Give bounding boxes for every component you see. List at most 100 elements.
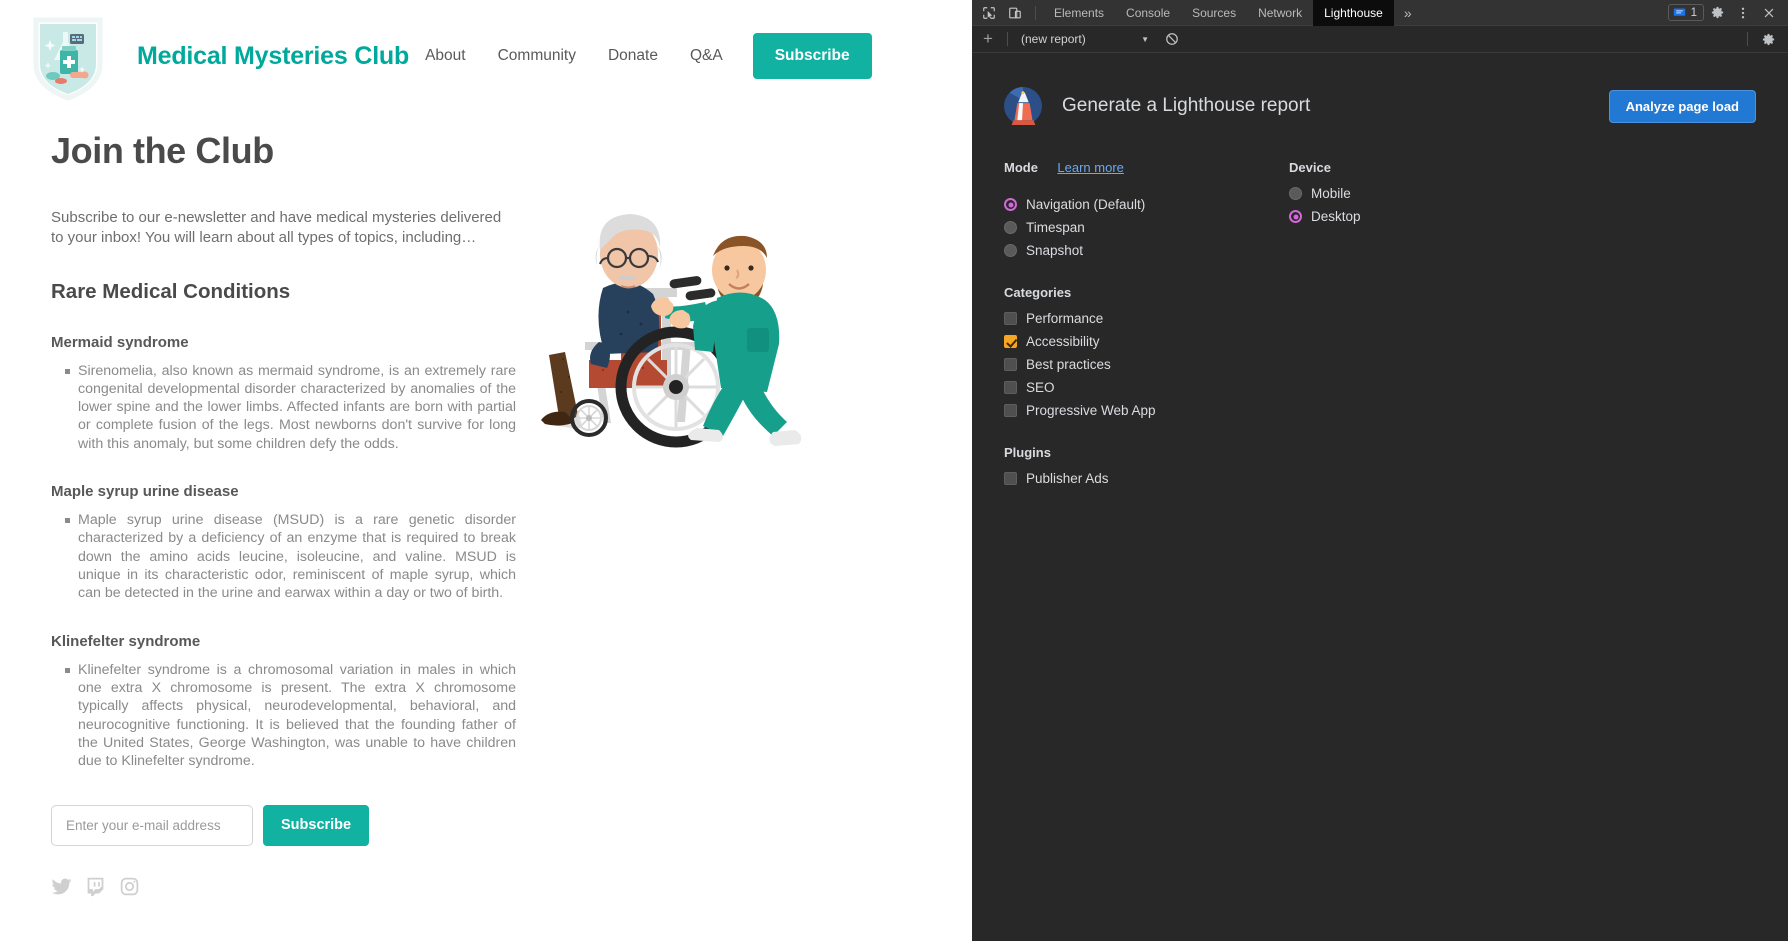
device-option-label: Mobile — [1311, 186, 1351, 201]
issues-count: 1 — [1690, 6, 1697, 19]
tab-network[interactable]: Network — [1247, 0, 1313, 26]
gear-icon[interactable] — [1755, 27, 1781, 51]
plugin-option-label: Publisher Ads — [1026, 471, 1109, 486]
main-nav: About Community Donate Q&A Subscribe — [409, 33, 872, 79]
radio-icon[interactable] — [1289, 187, 1302, 200]
category-option-label: Best practices — [1026, 357, 1111, 372]
tab-lighthouse[interactable]: Lighthouse — [1313, 0, 1394, 26]
category-option-pwa[interactable]: Progressive Web App — [1004, 403, 1289, 418]
tab-console[interactable]: Console — [1115, 0, 1181, 26]
learn-more-link[interactable]: Learn more — [1057, 160, 1123, 175]
newsletter-form: Subscribe — [51, 804, 972, 846]
nav-item-community[interactable]: Community — [482, 47, 592, 65]
report-selected-label: (new report) — [1021, 32, 1086, 46]
mode-option-snapshot[interactable]: Snapshot — [1004, 243, 1289, 258]
category-option-label: Performance — [1026, 311, 1104, 326]
instagram-icon[interactable] — [119, 876, 140, 897]
device-column: Device Mobile Desktop — [1289, 159, 1549, 512]
site-header: Medical Mysteries Club About Community D… — [0, 0, 972, 112]
page-title: Join the Club — [51, 130, 274, 171]
subbar-divider-2 — [1747, 32, 1748, 46]
subbar-right-actions — [1740, 27, 1788, 51]
nav-subscribe-button[interactable]: Subscribe — [752, 33, 872, 79]
nav-item-qa[interactable]: Q&A — [674, 47, 739, 65]
intro-paragraph: Subscribe to our e-newsletter and have m… — [51, 209, 502, 247]
categories-group: Categories Performance Accessibility Bes… — [1004, 284, 1289, 418]
twitch-icon[interactable] — [85, 876, 106, 897]
category-option-best-practices[interactable]: Best practices — [1004, 357, 1289, 372]
checkbox-icon[interactable] — [1004, 335, 1017, 348]
toolbar-divider — [1035, 5, 1036, 20]
categories-heading: Categories — [1004, 285, 1072, 300]
mode-option-navigation[interactable]: Navigation (Default) — [1004, 197, 1289, 212]
condition-list: Maple syrup urine disease (MSUD) is a ra… — [51, 511, 972, 603]
list-item: Maple syrup urine disease (MSUD) is a ra… — [65, 511, 516, 603]
subbar-divider — [1007, 32, 1008, 46]
mode-option-label: Timespan — [1026, 220, 1085, 235]
lighthouse-header: Generate a Lighthouse report Analyze pag… — [1004, 87, 1756, 125]
gear-icon[interactable] — [1704, 1, 1730, 25]
category-option-seo[interactable]: SEO — [1004, 380, 1289, 395]
subscribe-button[interactable]: Subscribe — [263, 804, 370, 846]
lighthouse-options: Mode Learn more Navigation (Default) Tim… — [1004, 159, 1756, 512]
radio-icon[interactable] — [1004, 244, 1017, 257]
clear-all-icon[interactable] — [1165, 32, 1179, 46]
category-option-label: Accessibility — [1026, 334, 1100, 349]
plugins-group: Plugins Publisher Ads — [1004, 444, 1289, 486]
category-option-performance[interactable]: Performance — [1004, 311, 1289, 326]
lighthouse-logo-icon — [1004, 87, 1042, 125]
tab-sources[interactable]: Sources — [1181, 0, 1247, 26]
tab-overflow-icon[interactable]: » — [1394, 5, 1422, 21]
checkbox-icon[interactable] — [1004, 358, 1017, 371]
lighthouse-start-view: Generate a Lighthouse report Analyze pag… — [972, 53, 1788, 941]
social-links — [51, 876, 972, 897]
device-option-label: Desktop — [1311, 209, 1361, 224]
plus-icon[interactable]: + — [976, 29, 1000, 49]
device-option-mobile[interactable]: Mobile — [1289, 186, 1549, 201]
analyze-page-load-button[interactable]: Analyze page load — [1608, 89, 1756, 123]
radio-icon[interactable] — [1004, 221, 1017, 234]
category-option-label: Progressive Web App — [1026, 403, 1156, 418]
inspect-element-icon[interactable] — [976, 1, 1002, 25]
condition-list: Klinefelter syndrome is a chromosomal va… — [51, 661, 972, 771]
report-selector[interactable]: (new report) ▼ — [1021, 32, 1153, 46]
issues-icon — [1673, 8, 1685, 16]
twitter-icon[interactable] — [51, 876, 72, 897]
devtools-panel: Elements Console Sources Network Lightho… — [972, 0, 1788, 941]
condition-title: Mermaid syndrome — [51, 333, 189, 351]
email-input[interactable] — [51, 804, 253, 846]
mode-option-label: Snapshot — [1026, 243, 1084, 258]
mode-group: Mode Learn more Navigation (Default) Tim… — [1004, 159, 1289, 258]
condition-title: Maple syrup urine disease — [51, 483, 239, 501]
list-item: Sirenomelia, also known as mermaid syndr… — [65, 362, 516, 454]
checkbox-icon[interactable] — [1004, 381, 1017, 394]
issues-counter[interactable]: 1 — [1667, 4, 1704, 21]
category-option-label: SEO — [1026, 380, 1055, 395]
nav-item-about[interactable]: About — [409, 47, 482, 65]
medical-shield-badge-icon[interactable] — [26, 10, 110, 102]
radio-icon[interactable] — [1004, 198, 1017, 211]
device-group: Device Mobile Desktop — [1289, 159, 1549, 224]
close-icon[interactable] — [1756, 1, 1782, 25]
three-dot-menu-icon[interactable] — [1730, 1, 1756, 25]
plugins-heading: Plugins — [1004, 445, 1051, 460]
checkbox-icon[interactable] — [1004, 404, 1017, 417]
device-toolbar-icon[interactable] — [1002, 1, 1028, 25]
page-content: Join the Club Subscribe to our e-newslet… — [0, 130, 972, 897]
plugin-option-publisher-ads[interactable]: Publisher Ads — [1004, 471, 1289, 486]
nurse-pushing-wheelchair-illustration — [533, 192, 817, 452]
category-option-accessibility[interactable]: Accessibility — [1004, 334, 1289, 349]
condition-title: Klinefelter syndrome — [51, 632, 201, 650]
mode-option-timespan[interactable]: Timespan — [1004, 220, 1289, 235]
list-item: Klinefelter syndrome is a chromosomal va… — [65, 661, 516, 771]
device-heading: Device — [1289, 160, 1331, 175]
checkbox-icon[interactable] — [1004, 312, 1017, 325]
radio-icon[interactable] — [1289, 210, 1302, 223]
lighthouse-subbar: + (new report) ▼ — [972, 26, 1788, 53]
brand-name[interactable]: Medical Mysteries Club — [137, 42, 409, 71]
mode-option-label: Navigation (Default) — [1026, 197, 1146, 212]
device-option-desktop[interactable]: Desktop — [1289, 209, 1549, 224]
nav-item-donate[interactable]: Donate — [592, 47, 674, 65]
checkbox-icon[interactable] — [1004, 472, 1017, 485]
tab-elements[interactable]: Elements — [1043, 0, 1115, 26]
